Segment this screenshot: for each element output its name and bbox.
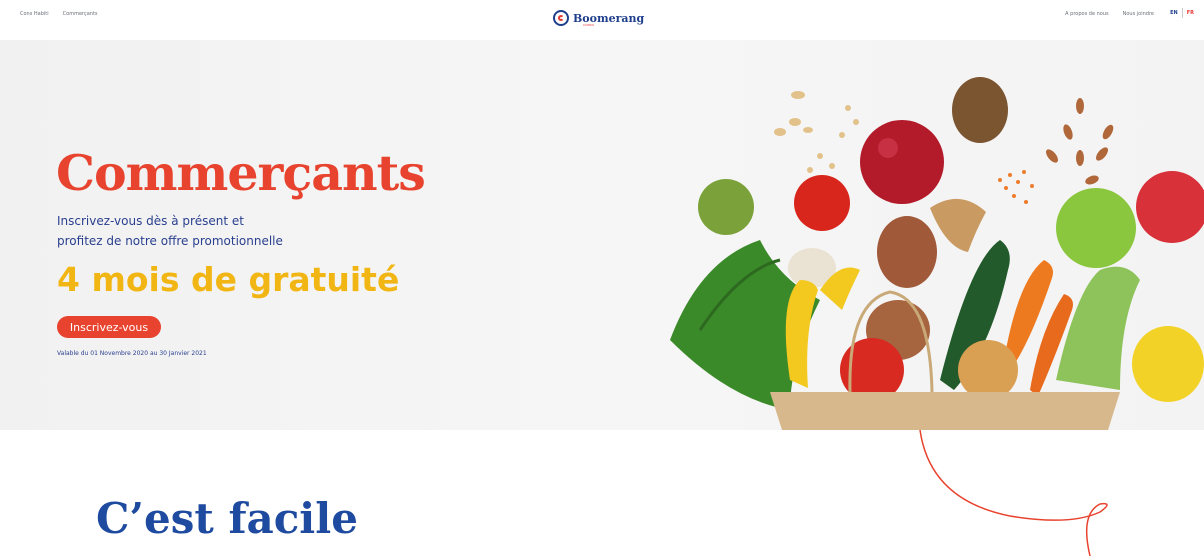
decorative-swoosh — [919, 430, 1108, 556]
hero-subtitle-line1: Inscrivez-vous dès à présent et — [57, 214, 244, 228]
hero-title: Commerçants — [56, 144, 426, 202]
nav-link-about[interactable]: A propos de nous — [1065, 11, 1108, 17]
brand-subtitle: CONSO — [583, 23, 594, 27]
hero-banner: Commerçants Inscrivez-vous dès à présent… — [0, 40, 1204, 430]
nav-left: Cons Habiti Commerçants — [20, 11, 98, 17]
hero-subtitle-line2: profitez de notre offre promotionnelle — [57, 234, 283, 248]
offer-validity: Valable du 01 Novembre 2020 au 30 Janvie… — [57, 350, 207, 357]
brand-logo[interactable]: Boomerang CONSO — [553, 6, 644, 30]
nav-link-contact[interactable]: Nous joindre — [1123, 11, 1154, 17]
lang-en-button[interactable]: EN — [1170, 10, 1178, 16]
nav-link-cons-habiti[interactable]: Cons Habiti — [20, 11, 49, 17]
lang-divider — [1181, 8, 1183, 18]
grocery-bag-produce-illustration — [670, 77, 1204, 430]
boomerang-logo-icon — [553, 10, 569, 26]
section-title: C’est facile — [96, 494, 358, 543]
signup-button[interactable]: Inscrivez-vous — [57, 316, 161, 338]
language-switcher: EN FR — [1170, 8, 1194, 18]
nav-right: A propos de nous Nous joindre — [1065, 11, 1154, 17]
top-nav: Cons Habiti Commerçants Boomerang CONSO … — [0, 0, 1204, 36]
nav-link-commercants[interactable]: Commerçants — [63, 11, 98, 17]
hero-offer: 4 mois de gratuité — [57, 260, 400, 299]
lang-fr-button[interactable]: FR — [1187, 10, 1194, 16]
